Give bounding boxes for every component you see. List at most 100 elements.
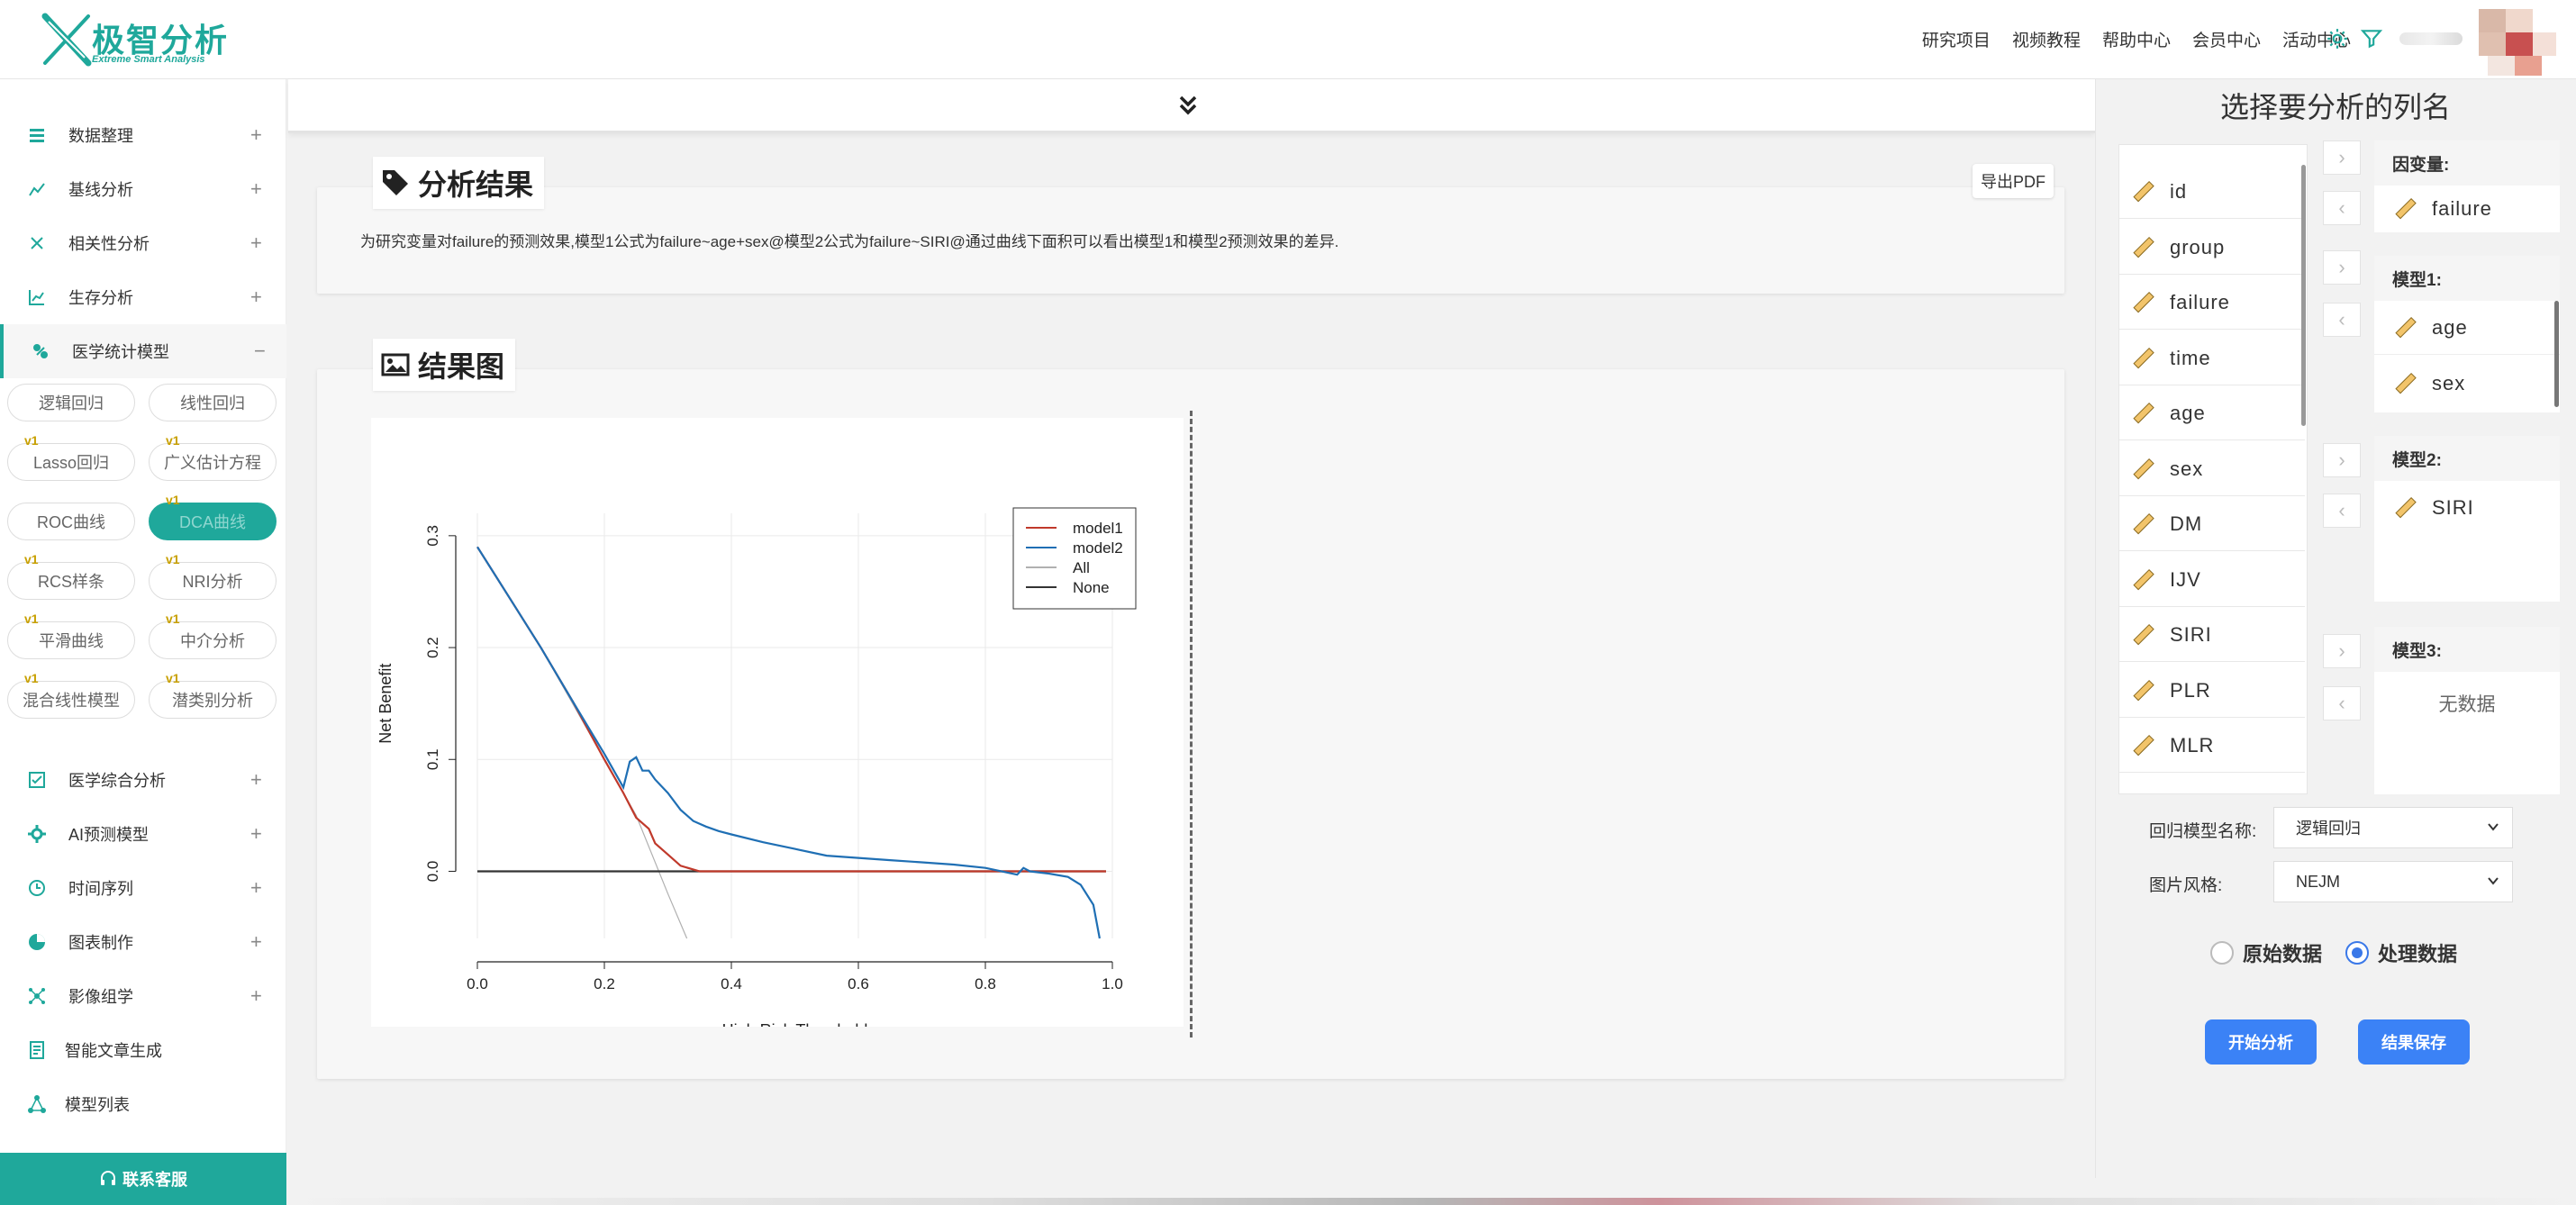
- sidebar-item-chart-making[interactable]: 图表制作 +: [0, 915, 286, 969]
- model2-box[interactable]: SIRI: [2374, 481, 2560, 602]
- radio-processed-circle[interactable]: [2345, 941, 2369, 965]
- column-item-time[interactable]: time: [2119, 331, 2305, 385]
- sub-label: 平滑曲线: [39, 632, 104, 650]
- column-item-ijv[interactable]: IJV: [2119, 553, 2305, 607]
- column-label: MLR: [2170, 733, 2215, 757]
- column-label: DM: [2170, 512, 2203, 535]
- sub-nri[interactable]: v1 NRI分析: [149, 552, 277, 600]
- gear-icon[interactable]: [2326, 27, 2349, 50]
- sub-smooth-curve[interactable]: v1 平滑曲线: [7, 612, 135, 659]
- collapse-icon: −: [254, 340, 266, 362]
- nav-research-projects[interactable]: 研究项目: [1922, 27, 1991, 51]
- sub-logistic-regression[interactable]: 逻辑回归: [7, 384, 135, 421]
- sub-gee[interactable]: v1 广义估计方程: [149, 433, 277, 481]
- version-tag: v1: [24, 433, 39, 448]
- sub-mixed-linear[interactable]: v1 混合线性模型: [7, 671, 135, 719]
- add-model1-button[interactable]: ›: [2323, 250, 2361, 285]
- column-list-scrollbar[interactable]: [2301, 165, 2306, 426]
- remove-model1-button[interactable]: ‹: [2323, 303, 2361, 337]
- sidebar-item-medical-models[interactable]: 医学统计模型 −: [0, 324, 286, 378]
- save-results-button[interactable]: 结果保存: [2358, 1019, 2470, 1065]
- remove-model3-button[interactable]: ‹: [2323, 686, 2361, 720]
- nav-member-center[interactable]: 会员中心: [2192, 27, 2261, 51]
- column-item-failure[interactable]: failure: [2119, 276, 2305, 330]
- column-item-age[interactable]: age: [2119, 386, 2305, 440]
- tag-icon: [383, 170, 408, 195]
- logo[interactable]: 极智分析 Extreme Smart Analysis: [40, 13, 238, 67]
- column-item-group[interactable]: group: [2119, 221, 2305, 275]
- sidebar-item-article-gen[interactable]: 智能文章生成: [0, 1023, 286, 1077]
- pie-chart-icon: [29, 934, 45, 950]
- double-chevron-down-icon[interactable]: [1175, 92, 1202, 119]
- column-item-id[interactable]: id: [2119, 165, 2305, 219]
- nav-help-center[interactable]: 帮助中心: [2102, 27, 2171, 51]
- sub-mediation[interactable]: v1 中介分析: [149, 612, 277, 659]
- radio-raw-label: 原始数据: [2243, 943, 2323, 965]
- column-item-plr[interactable]: PLR: [2119, 664, 2305, 718]
- ruler-icon: [2133, 458, 2154, 479]
- top-icons: [2326, 27, 2383, 50]
- dependent-header: 因变量:: [2374, 140, 2560, 186]
- dependent-box[interactable]: failure: [2374, 186, 2560, 232]
- chart-card-title: 结果图: [373, 339, 516, 391]
- sub-roc[interactable]: ROC曲线: [7, 503, 135, 540]
- model2-label: SIRI: [2432, 496, 2474, 519]
- radio-raw-data[interactable]: 原始数据: [2210, 938, 2322, 967]
- ruler-icon: [2133, 734, 2154, 756]
- sidebar-item-comprehensive[interactable]: 医学综合分析 +: [0, 753, 286, 807]
- start-analysis-button[interactable]: 开始分析: [2205, 1019, 2317, 1065]
- contact-service-button[interactable]: 联系客服: [0, 1153, 286, 1205]
- sidebar-item-radiomics[interactable]: 影像组学 +: [0, 969, 286, 1023]
- model1-box[interactable]: age sex: [2374, 301, 2560, 412]
- add-model3-button[interactable]: ›: [2323, 634, 2361, 668]
- remove-model2-button[interactable]: ‹: [2323, 494, 2361, 528]
- column-item-siri[interactable]: SIRI: [2119, 608, 2305, 662]
- column-list[interactable]: id group failure time age sex DM IJV SIR…: [2118, 144, 2308, 794]
- sub-rcs[interactable]: v1 RCS样条: [7, 552, 135, 600]
- sidebar-item-survival[interactable]: 生存分析 +: [0, 270, 286, 324]
- sub-linear-regression[interactable]: 线性回归: [149, 384, 277, 421]
- column-item-mlr[interactable]: MLR: [2119, 719, 2305, 773]
- chevron-down-icon: [2488, 823, 2499, 831]
- column-item-dm[interactable]: DM: [2119, 497, 2305, 551]
- sidebar-item-baseline[interactable]: 基线分析 +: [0, 162, 286, 216]
- radio-processed-data[interactable]: 处理数据: [2345, 938, 2457, 967]
- dca-chart: 0.0 0.2 0.4 0.6 0.8 1.0 0.0 0.1 0.2 0.3 High Risk …: [371, 418, 1184, 1039]
- headset-icon: [101, 1171, 115, 1185]
- sidebar-item-time-series[interactable]: 时间序列 +: [0, 861, 286, 915]
- remove-dependent-button[interactable]: ‹: [2323, 191, 2361, 225]
- sidebar-item-data-prep[interactable]: 数据整理 +: [0, 108, 286, 162]
- model3-box[interactable]: 无数据: [2374, 672, 2560, 794]
- sub-lasso[interactable]: v1 Lasso回归: [7, 433, 135, 481]
- filter-icon[interactable]: [2360, 27, 2383, 50]
- x-axis-title: High Risk Threshold: [722, 1021, 868, 1027]
- radio-raw-circle[interactable]: [2210, 941, 2234, 965]
- add-dependent-button[interactable]: ›: [2323, 140, 2361, 175]
- sidebar-item-model-list[interactable]: 模型列表: [0, 1077, 286, 1131]
- column-label: id: [2170, 179, 2188, 203]
- ruler-icon: [2395, 496, 2417, 519]
- column-item-sex[interactable]: sex: [2119, 442, 2305, 496]
- sub-latent-class[interactable]: v1 潜类别分析: [149, 671, 277, 719]
- sub-dca[interactable]: v1 DCA曲线: [149, 493, 277, 540]
- model1-label: sex: [2432, 372, 2466, 394]
- model1-scrollbar[interactable]: [2554, 301, 2559, 407]
- reg-model-select[interactable]: 逻辑回归: [2273, 807, 2513, 848]
- export-pdf-button[interactable]: 导出PDF: [1973, 164, 2054, 198]
- network-icon: [28, 1095, 46, 1113]
- collapse-bar[interactable]: [288, 79, 2095, 133]
- list-icon: [30, 129, 44, 142]
- panel-title: 选择要分析的列名: [2219, 91, 2451, 123]
- dependent-item[interactable]: failure: [2374, 182, 2560, 236]
- nav-video-tutorials[interactable]: 视频教程: [2012, 27, 2081, 51]
- model1-item-age[interactable]: age: [2374, 301, 2560, 355]
- avatar[interactable]: [2479, 9, 2560, 77]
- series-line-model2: [476, 546, 1101, 939]
- sidebar-item-correlation[interactable]: 相关性分析 +: [0, 216, 286, 270]
- model1-item-sex[interactable]: sex: [2374, 357, 2560, 411]
- image-style-select[interactable]: NEJM: [2273, 861, 2513, 902]
- add-model2-button[interactable]: ›: [2323, 443, 2361, 477]
- model2-item-siri[interactable]: SIRI: [2374, 481, 2560, 535]
- ruler-icon: [2133, 291, 2154, 313]
- sidebar-item-ai-model[interactable]: AI预测模型 +: [0, 807, 286, 861]
